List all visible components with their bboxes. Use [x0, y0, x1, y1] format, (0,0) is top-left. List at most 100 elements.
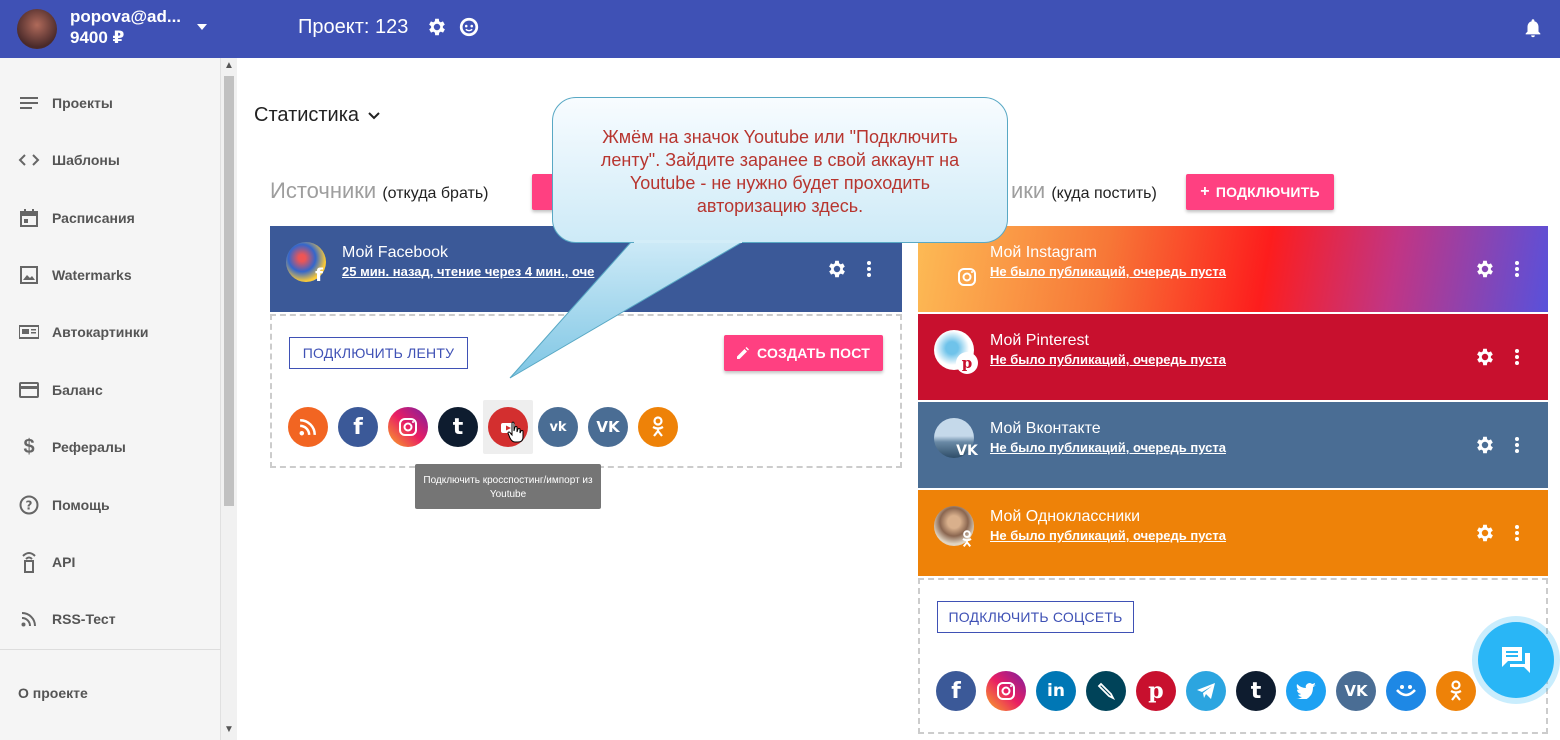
vk-icon: VK — [956, 443, 978, 459]
gear-icon[interactable] — [426, 16, 448, 43]
project-title: Проект: 123 — [298, 16, 409, 38]
gear-icon[interactable] — [1474, 346, 1496, 373]
sidebar-item-help[interactable]: ? Помощь — [18, 493, 110, 517]
sources-title-text: Источники — [270, 178, 377, 203]
target-card-instagram[interactable]: Мой Instagram Не было публикаций, очеред… — [918, 226, 1548, 312]
scroll-thumb[interactable] — [224, 76, 234, 506]
rss-icon — [18, 608, 40, 630]
targets-title: ики (куда постить) — [1011, 178, 1157, 204]
source-name: Мой Facebook — [342, 244, 449, 261]
gear-icon[interactable] — [1474, 434, 1496, 461]
vk-icon[interactable]: VK — [588, 407, 628, 447]
instagram-icon — [956, 266, 978, 288]
connect-feed-button[interactable]: ПОДКЛЮЧИТЬ ЛЕНТУ — [289, 337, 468, 369]
svg-text:?: ? — [26, 499, 33, 513]
sidebar-item-label: Watermarks — [52, 267, 132, 283]
sidebar-item-label: Расписания — [52, 210, 135, 226]
face-icon[interactable] — [458, 16, 480, 43]
more-vert-icon[interactable] — [866, 260, 872, 283]
target-name: Мой Одноклассники — [990, 508, 1141, 525]
more-vert-icon[interactable] — [1514, 436, 1520, 459]
tumblr-icon[interactable]: t — [438, 407, 478, 447]
tumblr-icon[interactable]: t — [1236, 671, 1276, 711]
caret-down-icon[interactable] — [195, 20, 209, 39]
target-name: Мой Pinterest — [990, 332, 1089, 349]
sidebar-item-label: Проекты — [52, 95, 113, 111]
sidebar-item-label: Шаблоны — [52, 152, 120, 168]
user-balance: 9400 ₽ — [70, 28, 125, 47]
target-status[interactable]: Не было публикаций, очередь пуста — [990, 352, 1226, 367]
bell-icon[interactable] — [1522, 16, 1544, 45]
sidebar-item-watermarks[interactable]: Watermarks — [18, 263, 132, 287]
twitter-icon[interactable] — [1286, 671, 1326, 711]
user-name[interactable]: popova@ad... — [70, 7, 181, 27]
sources-subtitle: (откуда брать) — [382, 185, 489, 202]
gear-icon[interactable] — [1474, 258, 1496, 285]
top-bar: popova@ad... 9400 ₽ Проект: 123 — [0, 0, 1560, 58]
hand-cursor-icon — [507, 421, 525, 448]
linkedin-icon[interactable]: in — [1036, 671, 1076, 711]
chevron-down-icon — [367, 111, 381, 121]
featured-video-icon — [18, 321, 40, 343]
help-icon: ? — [18, 494, 40, 516]
sidebar-item-label: Рефералы — [52, 439, 126, 455]
source-status[interactable]: 25 мин. назад, чтение через 4 мин., оче — [342, 264, 594, 279]
chat-icon — [1500, 645, 1532, 675]
livejournal-icon[interactable] — [1086, 671, 1126, 711]
stats-title: Статистика — [254, 104, 360, 126]
sidebar-item-label: Баланс — [52, 382, 103, 398]
sources-title: Источники (откуда брать) — [270, 178, 488, 204]
sidebar-item-api[interactable]: API — [18, 550, 75, 574]
create-post-label: СОЗДАТЬ ПОСТ — [757, 345, 870, 361]
create-post-button[interactable]: СОЗДАТЬ ПОСТ — [724, 335, 883, 371]
sidebar-item-autopictures[interactable]: Автокартинки — [18, 320, 148, 344]
sidebar-item-balance[interactable]: Баланс — [18, 378, 103, 402]
sidebar-item-templates[interactable]: Шаблоны — [18, 148, 120, 172]
target-status[interactable]: Не было публикаций, очередь пуста — [990, 264, 1226, 279]
target-card-odnoklassniki[interactable]: Мой Одноклассники Не было публикаций, оч… — [918, 490, 1548, 576]
connect-social-button[interactable]: ПОДКЛЮЧИТЬ СОЦСЕТЬ — [937, 601, 1134, 633]
instagram-icon[interactable] — [986, 671, 1026, 711]
stats-dropdown[interactable]: Статистика — [254, 104, 381, 127]
more-vert-icon[interactable] — [1514, 524, 1520, 547]
rss-icon[interactable] — [288, 407, 328, 447]
telegram-icon[interactable] — [1186, 671, 1226, 711]
facebook-icon: f — [315, 264, 323, 286]
sidebar-item-label: Автокартинки — [52, 324, 149, 340]
vk-icon[interactable]: VK — [1336, 671, 1376, 711]
sidebar-scrollbar[interactable]: ▲ ▼ — [221, 58, 237, 740]
target-name: Мой Вконтакте — [990, 420, 1101, 437]
gear-icon[interactable] — [1474, 522, 1496, 549]
target-card-pinterest[interactable]: p Мой Pinterest Не было публикаций, очер… — [918, 314, 1548, 400]
sidebar-item-label: RSS-Тест — [52, 611, 116, 627]
more-vert-icon[interactable] — [1514, 348, 1520, 371]
sidebar: Проекты Шаблоны Расписания Watermarks Ав… — [0, 58, 221, 740]
sidebar-item-schedules[interactable]: Расписания — [18, 206, 135, 230]
scroll-down-icon[interactable]: ▼ — [224, 724, 234, 735]
gear-icon[interactable] — [826, 258, 848, 285]
sidebar-item-rss-test[interactable]: RSS-Тест — [18, 607, 116, 631]
chat-button[interactable] — [1478, 622, 1554, 698]
target-status[interactable]: Не было публикаций, очередь пуста — [990, 440, 1226, 455]
odnoklassniki-icon[interactable] — [1436, 671, 1476, 711]
scroll-up-icon[interactable]: ▲ — [224, 60, 234, 71]
vk-repost-icon[interactable]: vk — [538, 407, 578, 447]
sidebar-item-about[interactable]: О проекте — [18, 685, 88, 701]
odnoklassniki-icon — [956, 528, 978, 550]
connect-target-button[interactable]: + ПОДКЛЮЧИТЬ — [1186, 174, 1334, 210]
youtube-tooltip: Подключить кросспостинг/импорт из Youtub… — [415, 464, 601, 509]
target-status[interactable]: Не было публикаций, очередь пуста — [990, 528, 1226, 543]
odnoklassniki-icon[interactable] — [638, 407, 678, 447]
facebook-icon[interactable]: f — [338, 407, 378, 447]
sidebar-item-label: API — [52, 554, 76, 570]
sidebar-item-referrals[interactable]: $ Рефералы — [18, 435, 126, 459]
sidebar-item-projects[interactable]: Проекты — [18, 91, 113, 115]
instagram-icon[interactable] — [388, 407, 428, 447]
more-vert-icon[interactable] — [1514, 260, 1520, 283]
pinterest-icon[interactable]: p — [1136, 671, 1176, 711]
target-card-vk[interactable]: VK Мой Вконтакте Не было публикаций, оче… — [918, 402, 1548, 488]
pencil-icon — [737, 347, 749, 359]
facebook-icon[interactable]: f — [936, 671, 976, 711]
user-avatar[interactable] — [17, 9, 57, 49]
smile-icon[interactable] — [1386, 671, 1426, 711]
